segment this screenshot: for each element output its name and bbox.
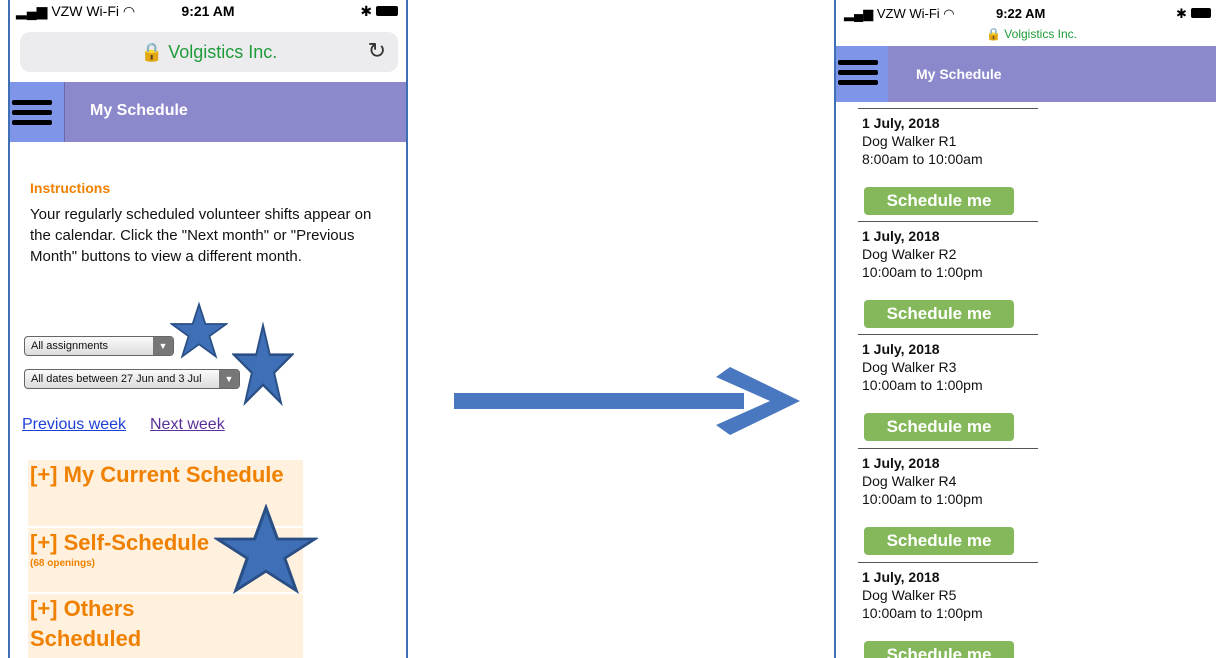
shift-date: 1 July, 2018 [862, 455, 940, 471]
schedule-me-button[interactable]: Schedule me [864, 527, 1014, 555]
star-annotation-icon [214, 504, 318, 595]
wifi-icon: ◠ [943, 6, 955, 21]
address-bar[interactable]: 🔒 Volgistics Inc. ↻ [20, 32, 398, 72]
hamburger-menu-icon[interactable] [10, 82, 65, 142]
battery-icon [376, 6, 398, 16]
instructions-heading: Instructions [30, 180, 111, 196]
carrier-label: VZW Wi-Fi [876, 6, 940, 21]
schedule-me-button[interactable]: Schedule me [864, 187, 1014, 215]
hamburger-menu-icon[interactable] [836, 46, 888, 102]
section-label: [+] Others Scheduled [30, 596, 142, 651]
lock-icon: 🔒 [140, 42, 164, 62]
status-bar: ▂▄▆ VZW Wi-Fi ◠ 9:21 AM ✱ [10, 0, 406, 24]
shift-time: 8:00am to 10:00am [862, 151, 983, 167]
assignment-filter-select[interactable]: All assignments ▼ [24, 336, 174, 356]
shift-role: Dog Walker R3 [862, 359, 957, 375]
page-title: My Schedule [916, 66, 1002, 82]
shift-time: 10:00am to 1:00pm [862, 377, 983, 393]
shift-role: Dog Walker R1 [862, 133, 957, 149]
shift-date: 1 July, 2018 [862, 228, 940, 244]
page-title: My Schedule [90, 102, 188, 119]
shift-time: 10:00am to 1:00pm [862, 264, 983, 280]
app-header: My Schedule [10, 82, 406, 142]
shift-date: 1 July, 2018 [862, 569, 940, 585]
shift-date: 1 July, 2018 [862, 115, 940, 131]
shift-role: Dog Walker R2 [862, 246, 957, 262]
app-header: My Schedule [836, 46, 1216, 102]
instructions-text: Your regularly scheduled volunteer shift… [30, 206, 372, 265]
shift-role: Dog Walker R5 [862, 587, 957, 603]
shift-role: Dog Walker R4 [862, 473, 957, 489]
shift-entry: 1 July, 2018 Dog Walker R4 10:00am to 1:… [858, 448, 1038, 561]
shift-date: 1 July, 2018 [862, 341, 940, 357]
battery-icon [1190, 8, 1211, 18]
shift-entry: 1 July, 2018 Dog Walker R1 8:00am to 10:… [858, 108, 1038, 221]
schedule-me-button[interactable]: Schedule me [864, 413, 1014, 441]
section-label: [+] My Current Schedule [30, 462, 284, 487]
shift-entry: 1 July, 2018 Dog Walker R5 10:00am to 1:… [858, 562, 1038, 658]
status-time: 9:21 AM [181, 3, 235, 19]
url-text: Volgistics Inc. [1004, 27, 1077, 41]
reload-icon[interactable]: ↻ [368, 38, 386, 64]
status-time: 9:22 AM [996, 6, 1046, 21]
shift-entry: 1 July, 2018 Dog Walker R2 10:00am to 1:… [858, 221, 1038, 334]
right-arrow-icon [454, 367, 800, 435]
schedule-me-button[interactable]: Schedule me [864, 641, 1014, 658]
shift-time: 10:00am to 1:00pm [862, 491, 983, 507]
star-annotation-icon [170, 301, 228, 359]
bluetooth-icon: ✱ [360, 3, 373, 19]
next-week-link[interactable]: Next week [150, 416, 225, 434]
shift-time: 10:00am to 1:00pm [862, 605, 983, 621]
lock-icon: 🔒 [986, 27, 1001, 41]
status-bar: ▂▄▆ VZW Wi-Fi ◠ 9:22 AM ✱ [836, 0, 1216, 24]
date-range-select[interactable]: All dates between 27 Jun and 3 Jul ▼ [24, 369, 240, 389]
star-annotation-icon [232, 322, 294, 407]
others-scheduled-section[interactable]: [+] Others Scheduled [28, 594, 303, 658]
bluetooth-icon: ✱ [1176, 6, 1187, 21]
shift-entry: 1 July, 2018 Dog Walker R3 10:00am to 1:… [858, 334, 1038, 447]
right-phone-screen: ▂▄▆ VZW Wi-Fi ◠ 9:22 AM ✱ 🔒 Volgistics I… [834, 0, 1216, 658]
date-range-value: All dates between 27 Jun and 3 Jul [31, 373, 202, 385]
url-text: Volgistics Inc. [168, 42, 278, 62]
assignment-filter-value: All assignments [31, 340, 109, 352]
previous-week-link[interactable]: Previous week [22, 416, 126, 434]
signal-icon: ▂▄▆ [844, 6, 874, 21]
schedule-me-button[interactable]: Schedule me [864, 300, 1014, 328]
